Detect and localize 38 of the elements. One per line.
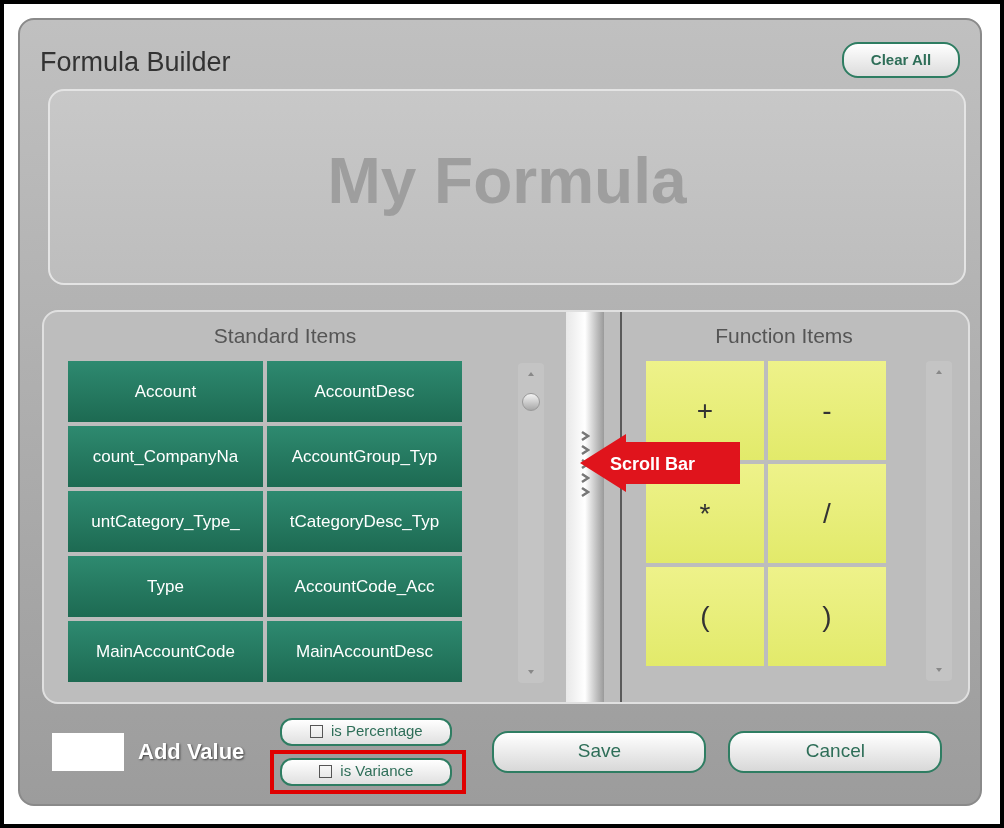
chevron-icon bbox=[580, 443, 590, 456]
dialog-button[interactable]: Cancel bbox=[728, 730, 943, 773]
standard-item[interactable]: count_CompanyNa bbox=[68, 426, 263, 487]
option-toggle[interactable]: is Variance bbox=[280, 757, 453, 786]
splitter[interactable] bbox=[566, 311, 604, 702]
scroll-thumb[interactable] bbox=[522, 393, 540, 411]
standard-items-heading: Standard Items bbox=[213, 322, 357, 349]
standard-item[interactable]: AccountGroup_Typ bbox=[267, 426, 462, 487]
standard-item[interactable]: Type bbox=[68, 556, 263, 617]
function-items-heading: Function Items bbox=[715, 322, 853, 349]
clear-all-button[interactable]: Clear All bbox=[842, 42, 960, 79]
standard-item[interactable]: untCategory_Type_ bbox=[68, 491, 263, 552]
function-item[interactable]: ) bbox=[768, 567, 886, 666]
scroll-down-icon[interactable] bbox=[527, 669, 535, 675]
function-item[interactable]: ( bbox=[646, 567, 764, 666]
scroll-bar[interactable] bbox=[518, 363, 544, 683]
function-item[interactable]: - bbox=[768, 361, 886, 460]
scroll-up-icon[interactable] bbox=[935, 369, 943, 375]
standard-item[interactable]: MainAccountCode bbox=[68, 621, 263, 682]
standard-item[interactable]: tCategoryDesc_Typ bbox=[267, 491, 462, 552]
checkbox[interactable] bbox=[319, 765, 333, 778]
standard-item[interactable]: AccountDesc bbox=[267, 361, 462, 422]
scroll-up-icon[interactable] bbox=[527, 371, 535, 377]
chevron-icon bbox=[580, 429, 590, 442]
chevron-icon bbox=[580, 485, 590, 498]
scroll-bar[interactable] bbox=[926, 361, 952, 681]
add-value-label: Add Value bbox=[138, 738, 245, 766]
function-item[interactable]: / bbox=[768, 464, 886, 563]
option-toggle[interactable]: is Percentage bbox=[280, 717, 453, 746]
standard-item[interactable]: AccountCode_Acc bbox=[267, 556, 462, 617]
dialog-title: Formula Builder bbox=[40, 46, 231, 79]
value-field[interactable] bbox=[52, 732, 124, 771]
scroll-down-icon[interactable] bbox=[935, 667, 943, 673]
standard-item[interactable]: MainAccountDesc bbox=[267, 621, 462, 682]
standard-item[interactable]: Account bbox=[68, 361, 263, 422]
chevron-icon bbox=[580, 471, 590, 484]
checkbox[interactable] bbox=[310, 725, 323, 738]
dialog-button[interactable]: Save bbox=[492, 730, 707, 773]
